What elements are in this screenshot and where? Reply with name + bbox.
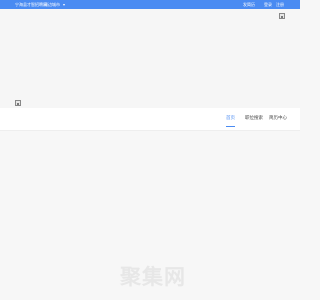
region-selector[interactable]: 周边城市	[44, 0, 66, 9]
broken-image-icon	[279, 13, 285, 19]
register-link[interactable]: 注册	[276, 0, 284, 9]
nav-item-resume-center[interactable]: 简历中心	[269, 108, 287, 130]
top-bar: 宁海县才智招聘网 周边城市 发简历 登录 注册	[0, 0, 300, 9]
watermark-logo: 聚集网	[120, 265, 186, 289]
nav-item-job-search[interactable]: 职位搜索	[245, 108, 263, 130]
post-resume-link[interactable]: 发简历	[243, 0, 255, 9]
region-label: 周边城市	[44, 2, 60, 7]
chevron-down-icon	[63, 4, 66, 6]
banner	[0, 9, 300, 108]
site-name-link[interactable]: 宁海县才智招聘网	[15, 0, 47, 9]
main-nav: 首页 职位搜索 简历中心	[0, 108, 300, 131]
nav-item-home[interactable]: 首页	[226, 108, 235, 130]
login-link[interactable]: 登录	[264, 0, 272, 9]
broken-image-icon	[15, 100, 21, 106]
